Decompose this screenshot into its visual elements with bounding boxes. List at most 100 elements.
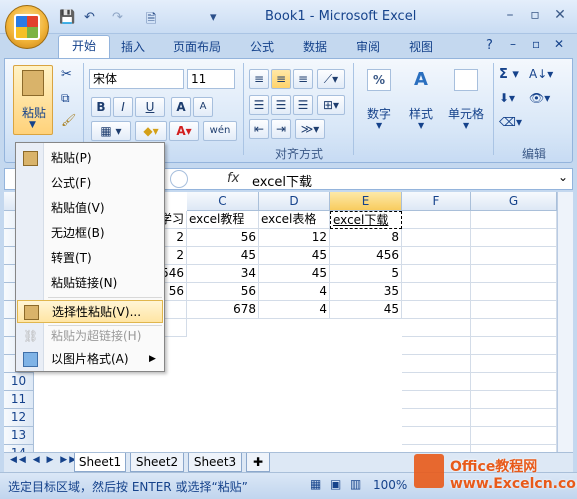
fx-icon[interactable]: fx [227,171,239,186]
table-cell[interactable]: 5 [330,265,402,283]
menu-item-paste[interactable]: 粘贴(P) [17,147,163,170]
merge-button[interactable]: ⊞▾ [317,95,345,115]
table-cell[interactable] [402,229,471,247]
table-cell[interactable] [402,283,471,301]
grow-font-button[interactable]: A [171,97,191,117]
decrease-indent-button[interactable]: ⇤ [249,119,269,139]
formula-content[interactable]: excel下载 [252,171,312,190]
row-header[interactable]: 10 [4,373,34,391]
row-header[interactable]: 11 [4,391,34,409]
table-cell[interactable]: 34 [187,265,259,283]
table-cell[interactable] [402,211,471,229]
table-cell[interactable] [471,301,557,319]
col-header-c[interactable]: C [187,192,259,211]
cells-button[interactable]: 单元格 ▼ [443,65,489,137]
table-cell[interactable] [402,265,471,283]
menu-item-transpose[interactable]: 转置(T) [17,247,163,270]
align-center-button[interactable]: ☰ [271,95,291,115]
col-header-f[interactable]: F [402,192,471,211]
table-cell[interactable] [471,319,557,337]
format-painter-icon[interactable]: 🖌 [61,113,76,127]
copy-icon[interactable]: ⧉ [61,91,70,106]
table-cell[interactable]: 35 [330,283,402,301]
table-cell[interactable] [471,337,557,355]
sort-filter-icon[interactable]: A↓▾ [529,67,553,81]
formula-bar-button[interactable] [170,170,188,188]
tab-insert[interactable]: 插入 [121,38,145,55]
menu-item-paste-values[interactable]: 粘贴值(V) [17,197,163,220]
font-color-button[interactable]: A▾ [169,121,199,141]
wrap-text-button[interactable]: ≫▾ [295,119,325,139]
table-cell[interactable] [402,337,471,355]
row-header[interactable]: 14 [4,445,34,452]
sheet-tab-1[interactable]: Sheet1 [74,453,126,472]
fill-color-button[interactable]: ◆▾ [135,121,167,141]
table-cell[interactable] [471,247,557,265]
tab-formulas[interactable]: 公式 [250,38,274,55]
align-right-button[interactable]: ☰ [293,95,313,115]
font-size-combo[interactable]: 11 [187,69,235,89]
table-cell[interactable] [471,265,557,283]
tab-view[interactable]: 视图 [409,38,433,55]
tab-review[interactable]: 审阅 [356,38,380,55]
font-name-combo[interactable]: 宋体 [89,69,184,89]
view-page-break-icon[interactable]: ▥ [350,477,361,491]
view-page-layout-icon[interactable]: ▣ [330,477,341,491]
table-cell[interactable] [402,355,471,373]
redo-icon[interactable]: ↷ [112,10,123,28]
table-cell[interactable] [471,391,557,409]
table-cell[interactable]: 56 [187,283,259,301]
menu-item-paste-link[interactable]: 粘贴链接(N) [17,272,163,295]
col-header-d[interactable]: D [259,192,330,211]
tab-home[interactable]: 开始 [58,35,110,58]
table-cell[interactable] [402,391,471,409]
sheet-tab-2[interactable]: Sheet2 [130,453,184,472]
print-preview-icon[interactable]: 🗎 [146,10,156,28]
row-header[interactable]: 12 [4,409,34,427]
table-cell[interactable] [471,409,557,427]
table-cell[interactable] [402,427,471,445]
menu-item-no-borders[interactable]: 无边框(B) [17,222,163,245]
align-left-button[interactable]: ☰ [249,95,269,115]
table-cell[interactable] [402,445,471,452]
table-cell[interactable] [402,247,471,265]
borders-button[interactable]: ▦ ▾ [91,121,131,141]
expand-formula-icon[interactable]: ⌄ [558,170,568,184]
col-header-e[interactable]: E [330,192,402,211]
save-icon[interactable]: 💾 [59,10,75,28]
table-cell[interactable]: excel表格 [259,211,330,229]
orientation-button[interactable]: ⟋▾ [317,69,345,89]
bold-button[interactable]: B [91,97,111,117]
doc-close-button[interactable]: ✕ [554,37,564,51]
table-cell[interactable] [471,283,557,301]
table-cell[interactable]: 678 [187,301,259,319]
col-header-g[interactable]: G [471,192,557,211]
menu-item-paste-special[interactable]: 选择性粘贴(V)... [17,300,163,323]
doc-restore-button[interactable]: ▫ [532,37,540,51]
tab-page-layout[interactable]: 页面布局 [173,38,221,55]
restore-button[interactable]: ▫ [524,5,546,25]
table-cell[interactable]: 4 [259,301,330,319]
paste-button[interactable]: 粘贴 ▼ [13,65,53,135]
table-cell[interactable] [471,355,557,373]
table-cell[interactable]: 45 [330,301,402,319]
undo-icon[interactable]: ↶ [84,10,95,28]
clear-icon[interactable]: ⌫▾ [499,115,522,129]
zoom-level[interactable]: 100% [373,478,407,492]
italic-button[interactable]: I [113,97,133,117]
styles-button[interactable]: A 样式 ▼ [403,65,439,137]
phonetic-button[interactable]: wén [203,121,237,141]
table-cell[interactable] [402,373,471,391]
menu-item-formulas[interactable]: 公式(F) [17,172,163,195]
table-cell[interactable]: 456 [330,247,402,265]
fill-icon[interactable]: ⬇▾ [499,91,515,105]
align-bottom-button[interactable]: ≡ [293,69,313,89]
qat-customize-icon[interactable]: ▾ [210,10,217,28]
view-normal-icon[interactable]: ▦ [310,477,321,491]
table-cell[interactable] [471,445,557,452]
row-header[interactable]: 13 [4,427,34,445]
autosum-icon[interactable]: Σ ▾ [499,67,519,82]
align-middle-button[interactable]: ≡ [271,69,291,89]
table-cell[interactable]: 45 [259,247,330,265]
table-cell[interactable] [402,409,471,427]
